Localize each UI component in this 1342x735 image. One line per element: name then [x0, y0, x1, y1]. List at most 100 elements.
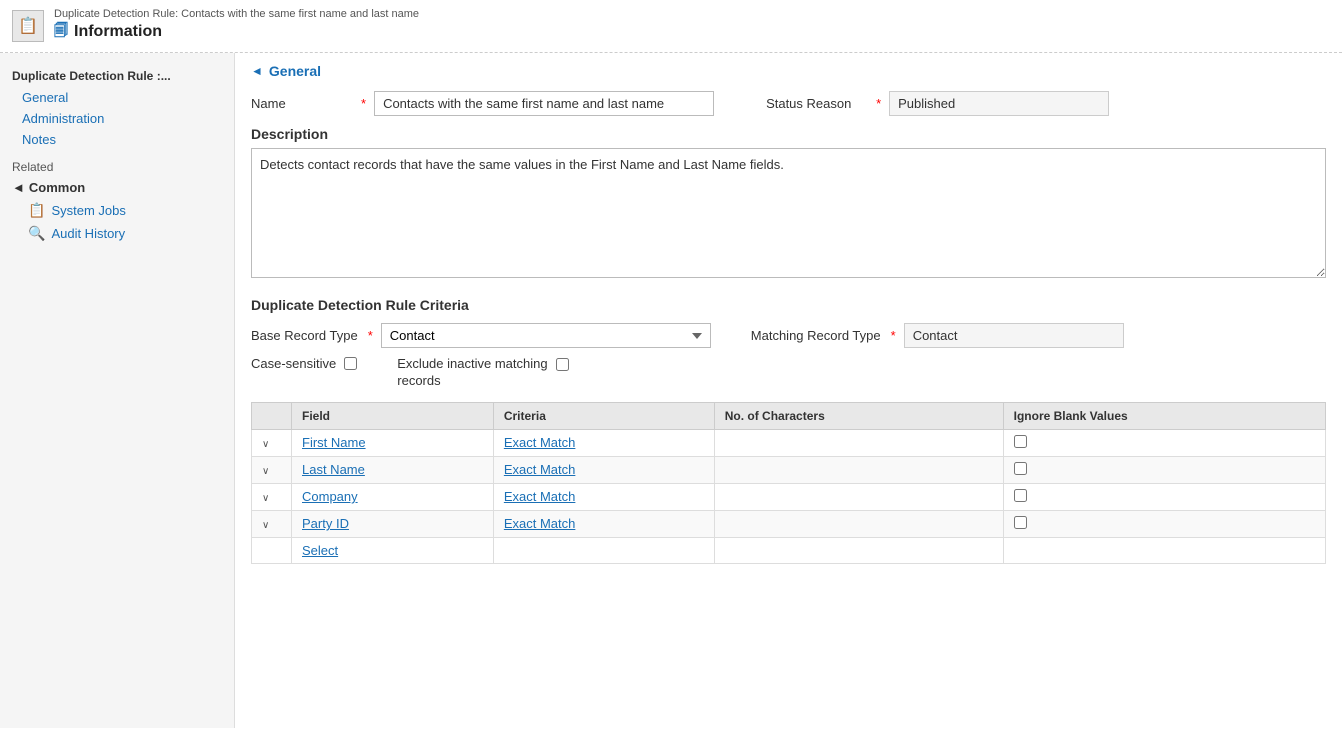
name-status-row: Name * Status Reason * [251, 91, 1326, 116]
header-title-block: Duplicate Detection Rule: Contacts with … [54, 8, 419, 44]
case-sensitive-checkbox[interactable] [344, 357, 357, 370]
col-criteria: Criteria [493, 402, 714, 429]
table-row: ∨ Party ID Exact Match [252, 510, 1326, 537]
select-empty [252, 537, 292, 563]
header-subtitle: Duplicate Detection Rule: Contacts with … [54, 8, 419, 20]
page-icon: 🗐 [54, 20, 68, 44]
last-name-link[interactable]: Last Name [302, 462, 365, 477]
row-1-field: First Name [292, 429, 494, 456]
chevron-icon-4: ∨ [262, 520, 269, 531]
row-1-expand: ∨ [252, 429, 292, 456]
description-textarea[interactable]: Detects contact records that have the sa… [251, 148, 1326, 278]
row-4-ignore-blank [1003, 510, 1325, 537]
status-reason-label: Status Reason [766, 96, 866, 111]
ignore-blank-3[interactable] [1014, 489, 1027, 502]
status-reason-input [889, 91, 1109, 116]
case-sensitive-label: Case-sensitive [251, 356, 336, 371]
sidebar-item-system-jobs[interactable]: 📋 System Jobs [12, 199, 222, 222]
ignore-blank-1[interactable] [1014, 435, 1027, 448]
base-record-label: Base Record Type [251, 328, 358, 343]
matching-record-type-input [904, 323, 1124, 348]
description-label: Description [251, 126, 1326, 142]
sidebar: Duplicate Detection Rule :... General Ad… [0, 53, 235, 728]
select-cell: Select [292, 537, 494, 563]
status-required-star: * [876, 96, 881, 111]
common-section-title: ◄ Common [12, 180, 222, 195]
sidebar-item-administration[interactable]: Administration [0, 108, 234, 129]
select-empty-3 [714, 537, 1003, 563]
row-1-num-chars [714, 429, 1003, 456]
ignore-blank-4[interactable] [1014, 516, 1027, 529]
related-label: Related [0, 150, 234, 178]
sidebar-item-general[interactable]: General [0, 87, 234, 108]
row-3-criteria: Exact Match [493, 483, 714, 510]
select-empty-4 [1003, 537, 1325, 563]
col-num-chars: No. of Characters [714, 402, 1003, 429]
sidebar-item-audit-history[interactable]: 🔍 Audit History [12, 222, 222, 245]
sidebar-item-notes[interactable]: Notes [0, 129, 234, 150]
name-input[interactable] [374, 91, 714, 116]
last-name-criteria-link[interactable]: Exact Match [504, 462, 576, 477]
matching-record-col: Matching Record Type * [751, 323, 1124, 348]
col-expand [252, 402, 292, 429]
matching-required: * [891, 328, 896, 343]
chevron-icon-3: ∨ [262, 493, 269, 504]
options-row: Case-sensitive Exclude inactive matching… [251, 356, 1326, 390]
row-4-expand: ∨ [252, 510, 292, 537]
col-ignore-blank: Ignore Blank Values [1003, 402, 1325, 429]
criteria-section: Duplicate Detection Rule Criteria Base R… [251, 297, 1326, 564]
row-2-ignore-blank [1003, 456, 1325, 483]
company-criteria-link[interactable]: Exact Match [504, 489, 576, 504]
row-1-ignore-blank [1003, 429, 1325, 456]
row-4-criteria: Exact Match [493, 510, 714, 537]
row-2-num-chars [714, 456, 1003, 483]
main-layout: Duplicate Detection Rule :... General Ad… [0, 53, 1342, 728]
general-collapse-icon: ◄ [251, 64, 263, 78]
row-2-expand: ∨ [252, 456, 292, 483]
case-sensitive-col: Case-sensitive [251, 356, 357, 371]
base-record-col: Base Record Type * Contact [251, 323, 711, 348]
row-1-criteria: Exact Match [493, 429, 714, 456]
row-3-field: Company [292, 483, 494, 510]
general-section-header: ◄ General [251, 63, 1326, 79]
first-name-criteria-link[interactable]: Exact Match [504, 435, 576, 450]
sidebar-section-title: Duplicate Detection Rule :... [0, 63, 234, 87]
row-3-expand: ∨ [252, 483, 292, 510]
name-label: Name [251, 96, 351, 111]
content-area: ◄ General Name * Status Reason * Descrip… [235, 53, 1342, 728]
matching-record-label: Matching Record Type [751, 328, 881, 343]
exclude-inactive-col: Exclude inactive matchingrecords [397, 356, 568, 390]
row-3-num-chars [714, 483, 1003, 510]
criteria-title: Duplicate Detection Rule Criteria [251, 297, 1326, 313]
select-link[interactable]: Select [302, 543, 338, 558]
first-name-link[interactable]: First Name [302, 435, 366, 450]
party-id-link[interactable]: Party ID [302, 516, 349, 531]
chevron-icon-1: ∨ [262, 439, 269, 450]
header-title: Information [74, 23, 162, 41]
general-section-title: General [269, 63, 321, 79]
chevron-icon-2: ∨ [262, 466, 269, 477]
common-section: ◄ Common 📋 System Jobs 🔍 Audit History [0, 178, 234, 249]
row-2-criteria: Exact Match [493, 456, 714, 483]
system-jobs-icon: 📋 [28, 202, 45, 219]
exclude-inactive-label: Exclude inactive matchingrecords [397, 356, 547, 390]
table-row: ∨ First Name Exact Match [252, 429, 1326, 456]
select-empty-2 [493, 537, 714, 563]
party-id-criteria-link[interactable]: Exact Match [504, 516, 576, 531]
table-row: ∨ Last Name Exact Match [252, 456, 1326, 483]
name-required-star: * [361, 96, 366, 111]
row-3-ignore-blank [1003, 483, 1325, 510]
company-link[interactable]: Company [302, 489, 358, 504]
base-record-required: * [368, 328, 373, 343]
header-icon: 📋 [12, 10, 44, 42]
row-4-num-chars [714, 510, 1003, 537]
table-row: ∨ Company Exact Match [252, 483, 1326, 510]
select-row: Select [252, 537, 1326, 563]
col-field: Field [292, 402, 494, 429]
collapse-icon: ◄ [12, 180, 25, 195]
exclude-inactive-checkbox[interactable] [556, 358, 569, 371]
header: 📋 Duplicate Detection Rule: Contacts wit… [0, 0, 1342, 53]
base-record-type-select[interactable]: Contact [381, 323, 711, 348]
ignore-blank-2[interactable] [1014, 462, 1027, 475]
row-2-field: Last Name [292, 456, 494, 483]
